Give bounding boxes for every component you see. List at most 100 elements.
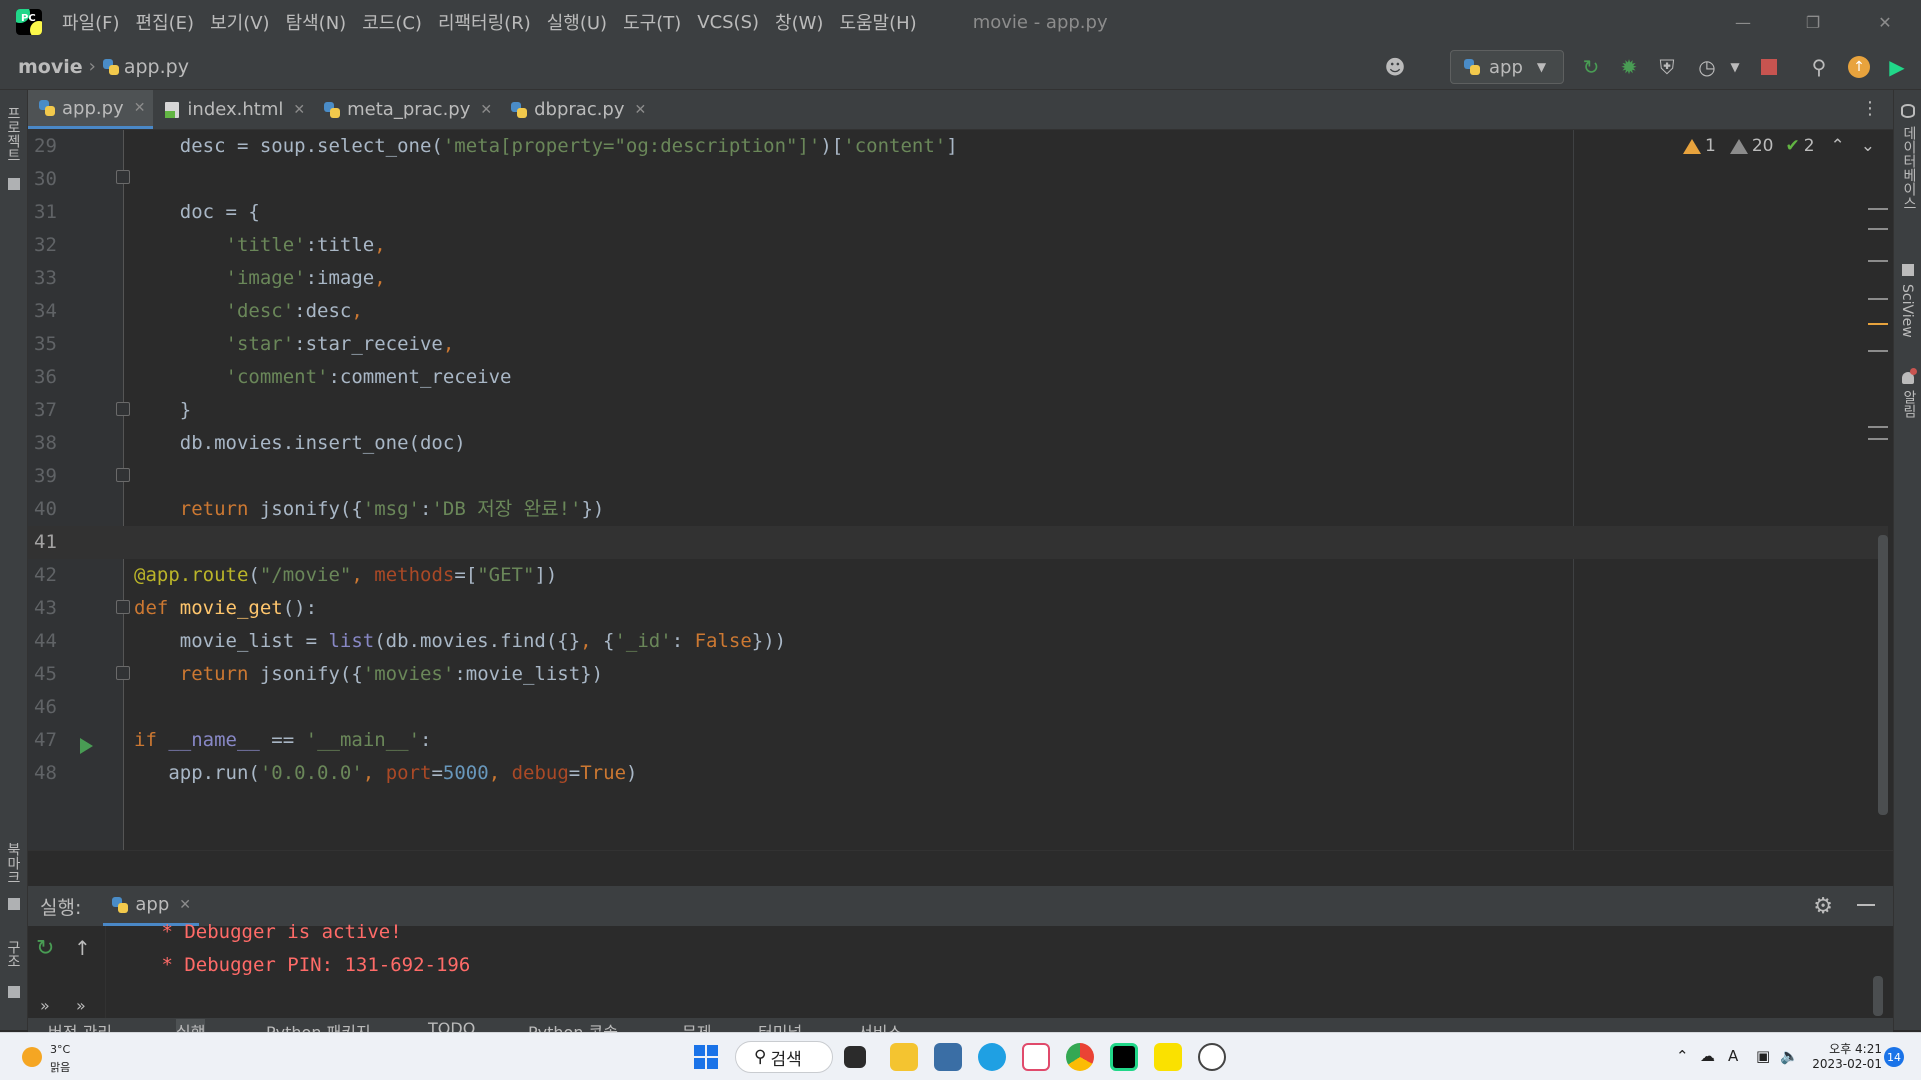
project-tool-button[interactable]: 프로젝트 (3, 106, 23, 162)
code-line[interactable]: 37 } (28, 394, 1888, 427)
update-icon[interactable]: ↑ (1846, 54, 1872, 80)
stop-icon[interactable] (1756, 54, 1782, 80)
close-tab-icon[interactable]: ✕ (293, 102, 305, 118)
error-stripe-marker[interactable] (1868, 260, 1888, 262)
error-stripe-marker[interactable] (1868, 298, 1888, 300)
editor-scrollbar[interactable] (1878, 535, 1888, 815)
error-stripe-marker[interactable] (1868, 438, 1888, 440)
code-line[interactable]: 29 desc = soup.select_one('meta[property… (28, 130, 1888, 163)
tab-app-py[interactable]: app.py ✕ (28, 90, 154, 129)
pycharm-taskbar-icon[interactable] (1110, 1043, 1138, 1071)
run-gutter-icon[interactable] (80, 738, 93, 754)
code-line[interactable]: 36 'comment':comment_receive (28, 361, 1888, 394)
notifications-tool-button[interactable]: 알림 (1899, 390, 1919, 418)
fold-marker-icon[interactable] (116, 170, 130, 184)
code-line[interactable]: 39 (28, 460, 1888, 493)
taskbar-search[interactable]: ⚲ 검색 (735, 1041, 833, 1073)
inspection-widget[interactable]: 1 20 ✔ 2 ⌃ ⌄ (1683, 136, 1875, 156)
code-line[interactable]: 44 movie_list = list(db.movies.find({}, … (28, 625, 1888, 658)
rerun-icon[interactable]: ↻ (36, 936, 54, 961)
minimize-panel-icon[interactable] (1857, 904, 1875, 906)
breadcrumb-file[interactable]: app.py (124, 56, 189, 78)
weather-sun-icon[interactable] (22, 1047, 42, 1067)
warning-stripe-marker[interactable] (1868, 323, 1888, 325)
notification-center-badge[interactable]: 14 (1884, 1047, 1904, 1067)
fold-marker-icon[interactable] (116, 666, 130, 680)
tray-expand-icon[interactable]: ⌃ (1676, 1047, 1689, 1065)
code-line[interactable]: 34 'desc':desc, (28, 295, 1888, 328)
close-tab-icon[interactable]: ✕ (480, 102, 492, 118)
tab-dbprac-py[interactable]: dbprac.py ✕ (500, 90, 654, 129)
user-account-icon[interactable]: ☻ (1382, 54, 1408, 80)
menu-tools[interactable]: 도구(T) (623, 9, 681, 35)
tool-button-todo[interactable]: TODO (428, 1019, 475, 1032)
tool-button-problems[interactable]: 문제 (682, 1019, 711, 1032)
console-scrollbar[interactable] (1873, 976, 1883, 1016)
profile-icon[interactable]: ◷ (1694, 54, 1720, 80)
structure-tool-button[interactable]: 구조 (3, 940, 23, 968)
file-explorer-icon[interactable] (890, 1043, 918, 1071)
tray-clock-date[interactable]: 2023-02-01 (1810, 1057, 1882, 1071)
error-stripe-marker[interactable] (1868, 426, 1888, 428)
edge-browser-icon[interactable] (978, 1043, 1006, 1071)
error-stripe-marker[interactable] (1868, 208, 1888, 210)
code-line[interactable]: 30 (28, 163, 1888, 196)
tool-button-services[interactable]: 서비스 (858, 1019, 902, 1032)
code-line[interactable]: 33 'image':image, (28, 262, 1888, 295)
code-line[interactable]: 35 'star':star_receive, (28, 328, 1888, 361)
more-actions-icon[interactable]: » (40, 996, 50, 1015)
code-line[interactable]: 47 if __name__ == '__main__': (28, 724, 1888, 757)
weather-temperature[interactable]: 3°C (50, 1043, 70, 1056)
fold-marker-icon[interactable] (116, 600, 130, 614)
code-line[interactable]: 31 doc = { (28, 196, 1888, 229)
menu-code[interactable]: 코드(C) (362, 9, 422, 35)
debug-icon[interactable]: ✹ (1616, 54, 1642, 80)
search-icon[interactable]: ⚲ (1806, 54, 1832, 80)
tool-button-python-console[interactable]: Python 콘솔 (528, 1019, 618, 1032)
kakaotalk-icon[interactable] (1154, 1043, 1182, 1071)
tool-button-vcs[interactable]: 버전 관리 (48, 1019, 112, 1032)
menu-run[interactable]: 실행(U) (547, 9, 607, 35)
snipping-tool-icon[interactable] (1022, 1043, 1050, 1071)
fold-marker-icon[interactable] (116, 468, 130, 482)
menu-navigate[interactable]: 탐색(N) (286, 9, 347, 35)
onedrive-icon[interactable]: ☁ (1700, 1047, 1715, 1065)
restore-window-icon[interactable]: ❐ (1788, 0, 1838, 44)
database-tool-button[interactable]: 데이터베이스 (1899, 126, 1919, 210)
run-configuration-selector[interactable]: app ▼ (1450, 50, 1564, 84)
minimize-window-icon[interactable]: — (1718, 0, 1768, 44)
menu-view[interactable]: 보기(V) (210, 9, 269, 35)
next-highlight-icon[interactable]: ⌄ (1861, 136, 1875, 156)
profile-dropdown-icon[interactable]: ▼ (1722, 54, 1748, 80)
menu-file[interactable]: 파일(F) (62, 9, 120, 35)
rerun-icon[interactable]: ↻ (1578, 54, 1604, 80)
close-tab-icon[interactable]: ✕ (134, 100, 146, 116)
close-tab-icon[interactable]: ✕ (635, 102, 647, 118)
code-line[interactable]: 40 return jsonify({'msg':'DB 저장 완료!'}) (28, 493, 1888, 526)
code-line[interactable]: 42 @app.route("/movie", methods=["GET"]) (28, 559, 1888, 592)
error-stripe-marker[interactable] (1868, 228, 1888, 230)
code-line[interactable]: 32 'title':title, (28, 229, 1888, 262)
code-line[interactable]: 38 db.movies.insert_one(doc) (28, 427, 1888, 460)
fold-marker-icon[interactable] (116, 402, 130, 416)
tool-button-run[interactable]: 실행 (176, 1019, 206, 1032)
menu-vcs[interactable]: VCS(S) (697, 12, 759, 33)
windows-start-icon[interactable] (694, 1045, 718, 1069)
scroll-up-icon[interactable]: ↑ (74, 936, 91, 960)
tray-clock-time[interactable]: 오후 4:21 (1810, 1040, 1882, 1057)
more-actions-icon[interactable]: » (76, 996, 86, 1015)
remote-desktop-icon[interactable] (934, 1043, 962, 1071)
code-line[interactable]: 48 app.run('0.0.0.0', port=5000, debug=T… (28, 757, 1888, 790)
tab-index-html[interactable]: index.html ✕ (153, 90, 313, 129)
chrome-browser-icon[interactable] (1066, 1043, 1094, 1071)
coverage-icon[interactable]: ⛨ (1654, 54, 1680, 80)
tab-meta-prac-py[interactable]: meta_prac.py ✕ (313, 90, 500, 129)
code-line[interactable]: 45 return jsonify({'movies':movie_list}) (28, 658, 1888, 691)
code-line[interactable]: 43 def movie_get(): (28, 592, 1888, 625)
error-stripe-marker[interactable] (1868, 350, 1888, 352)
code-with-me-icon[interactable]: ▶ (1884, 54, 1910, 80)
sciview-tool-button[interactable]: SciView (1899, 284, 1915, 338)
network-icon[interactable]: ▣ (1756, 1047, 1770, 1065)
more-tabs-icon[interactable]: ⋮ (1861, 98, 1879, 119)
weather-description[interactable]: 맑음 (50, 1059, 70, 1075)
